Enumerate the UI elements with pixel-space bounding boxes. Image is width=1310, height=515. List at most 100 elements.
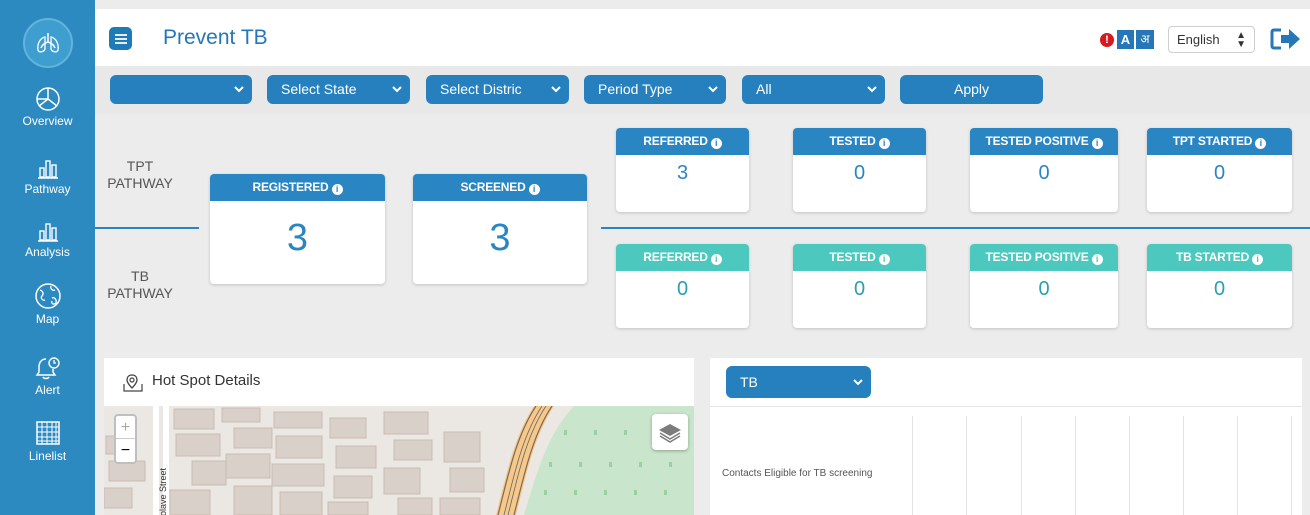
chevron-down-icon (853, 379, 863, 386)
tpt-label-line1: TPT (126, 158, 154, 174)
info-icon[interactable]: i (528, 184, 540, 195)
tb-tested-positive-value: 0 (1038, 278, 1050, 300)
filter-select-district[interactable]: Select Distric (426, 75, 569, 104)
tpt-pathway-label: TPT PATHWAY (105, 158, 175, 192)
info-icon[interactable]: i (1255, 138, 1267, 149)
tb-tested-card[interactable]: TESTED i 0 (793, 244, 926, 328)
page-title: Prevent TB (163, 26, 268, 49)
sidebar-item-pathway[interactable]: Pathway (0, 156, 95, 196)
tb-referred-value: 0 (676, 278, 689, 300)
zoom-control: + − (114, 414, 137, 464)
language-english-toggle[interactable]: A (1117, 30, 1134, 49)
sidebar-item-overview[interactable]: Overview (0, 86, 95, 128)
tb-referred-card[interactable]: REFERRED i 0 (616, 244, 749, 328)
sidebar-item-label: Pathway (24, 182, 71, 196)
screened-card-header: SCREENED i (413, 174, 587, 201)
chart-row-label: Contacts Eligible for TB screening (722, 468, 873, 479)
sidebar-item-linelist[interactable]: Linelist (0, 419, 95, 463)
bar-chart-icon (37, 223, 58, 242)
top-header: Prevent TB ! A अ English ▲ ▼ (95, 9, 1310, 66)
tpt-tested-positive-card[interactable]: TESTED POSITIVE i 0 (970, 128, 1118, 212)
tpt-card-header: REFERRED i (616, 128, 749, 155)
screened-card[interactable]: SCREENED i 3 (413, 174, 587, 284)
menu-button[interactable] (109, 27, 132, 50)
tb-label-line2: PATHWAY (107, 285, 173, 301)
chart-type-select-value: TB (740, 374, 758, 390)
lungs-logo-icon[interactable] (23, 18, 73, 68)
language-hindi-toggle[interactable]: अ (1136, 30, 1154, 49)
sidebar-item-analysis[interactable]: Analysis (0, 219, 95, 259)
map-tiles (104, 406, 694, 515)
globe-icon (34, 283, 61, 309)
tb-chart-panel: TB Contacts Eligible for TB screening (710, 358, 1302, 515)
filter-select-state[interactable]: Select State (267, 75, 410, 104)
tb-started-value: 0 (1213, 278, 1226, 300)
tb-tested-positive-label: TESTED POSITIVE (985, 250, 1089, 264)
registered-card-header: REGISTERED i (210, 174, 385, 201)
info-icon[interactable]: i (710, 138, 722, 149)
hotspot-title: Hot Spot Details (152, 372, 261, 389)
tb-card-header: REFERRED i (616, 244, 749, 271)
logout-button[interactable] (1269, 27, 1303, 56)
zoom-out-button[interactable]: − (116, 439, 135, 462)
tpt-referred-card[interactable]: REFERRED i 3 (616, 128, 749, 212)
hamburger-icon (114, 33, 127, 44)
info-icon[interactable]: i (878, 254, 890, 265)
hotspot-map[interactable]: olave Street + − (104, 406, 694, 515)
tpt-started-card[interactable]: TPT STARTED i 0 (1147, 128, 1292, 212)
filter-period-type-value: Period Type (598, 81, 673, 97)
filter-state-value: Select State (281, 81, 357, 97)
chart-divider (710, 406, 1302, 407)
sidebar-item-label: Overview (22, 114, 73, 128)
bar-chart-icon (37, 160, 58, 179)
tb-tested-value: 0 (853, 278, 866, 300)
sort-arrows-icon: ▲ ▼ (1236, 30, 1246, 50)
registered-card[interactable]: REGISTERED i 3 (210, 174, 385, 284)
tpt-tested-positive-value: 0 (1038, 162, 1050, 184)
info-icon[interactable]: i (331, 184, 343, 195)
tpt-tested-card[interactable]: TESTED i 0 (793, 128, 926, 212)
info-icon[interactable]: i (1091, 138, 1103, 149)
tb-card-header: TB STARTED i (1147, 244, 1292, 271)
filter-district-value: Select Distric (440, 81, 522, 97)
language-select[interactable]: English ▲ ▼ (1168, 26, 1255, 53)
chart-gridline (1075, 416, 1076, 515)
pathway-divider-right (601, 227, 1310, 229)
tpt-card-header: TPT STARTED i (1147, 128, 1292, 155)
hotspot-panel-header: Hot Spot Details (104, 358, 694, 406)
sidebar-item-map[interactable]: Map (0, 282, 95, 326)
chart-gridline (1237, 416, 1238, 515)
tb-tested-positive-card[interactable]: TESTED POSITIVE i 0 (970, 244, 1118, 328)
chart-gridline (966, 416, 967, 515)
logout-icon (1270, 28, 1300, 50)
chevron-down-icon (234, 86, 244, 93)
alert-badge-icon[interactable]: ! (1100, 33, 1114, 47)
filter-select-first[interactable] (110, 75, 252, 104)
chart-type-select[interactable]: TB (726, 366, 871, 398)
sidebar-item-label: Analysis (25, 245, 70, 259)
tpt-referred-label: REFERRED (643, 134, 708, 148)
chart-gridline (1291, 416, 1292, 515)
info-icon[interactable]: i (878, 138, 890, 149)
bell-icon (35, 357, 60, 380)
chart-gridline (1129, 416, 1130, 515)
tb-started-card[interactable]: TB STARTED i 0 (1147, 244, 1292, 328)
info-icon[interactable]: i (1091, 254, 1103, 265)
screened-value: 3 (489, 217, 511, 259)
sidebar-item-alert[interactable]: Alert (0, 355, 95, 397)
registered-label: REGISTERED (252, 180, 329, 194)
chevron-down-icon (867, 86, 877, 93)
chart-gridline (912, 416, 913, 515)
info-icon[interactable]: i (710, 254, 722, 265)
filter-select-period-type[interactable]: Period Type (584, 75, 726, 104)
tpt-started-label: TPT STARTED (1172, 134, 1253, 148)
sidebar-item-label: Map (35, 312, 60, 326)
info-icon[interactable]: i (1252, 254, 1264, 265)
layers-button[interactable] (652, 414, 688, 450)
registered-value: 3 (286, 217, 309, 259)
filter-select-period[interactable]: All (742, 75, 885, 104)
street-label: olave Street (158, 467, 168, 515)
layers-icon (659, 424, 681, 443)
zoom-in-button[interactable]: + (116, 416, 135, 439)
apply-button[interactable]: Apply (900, 75, 1043, 104)
